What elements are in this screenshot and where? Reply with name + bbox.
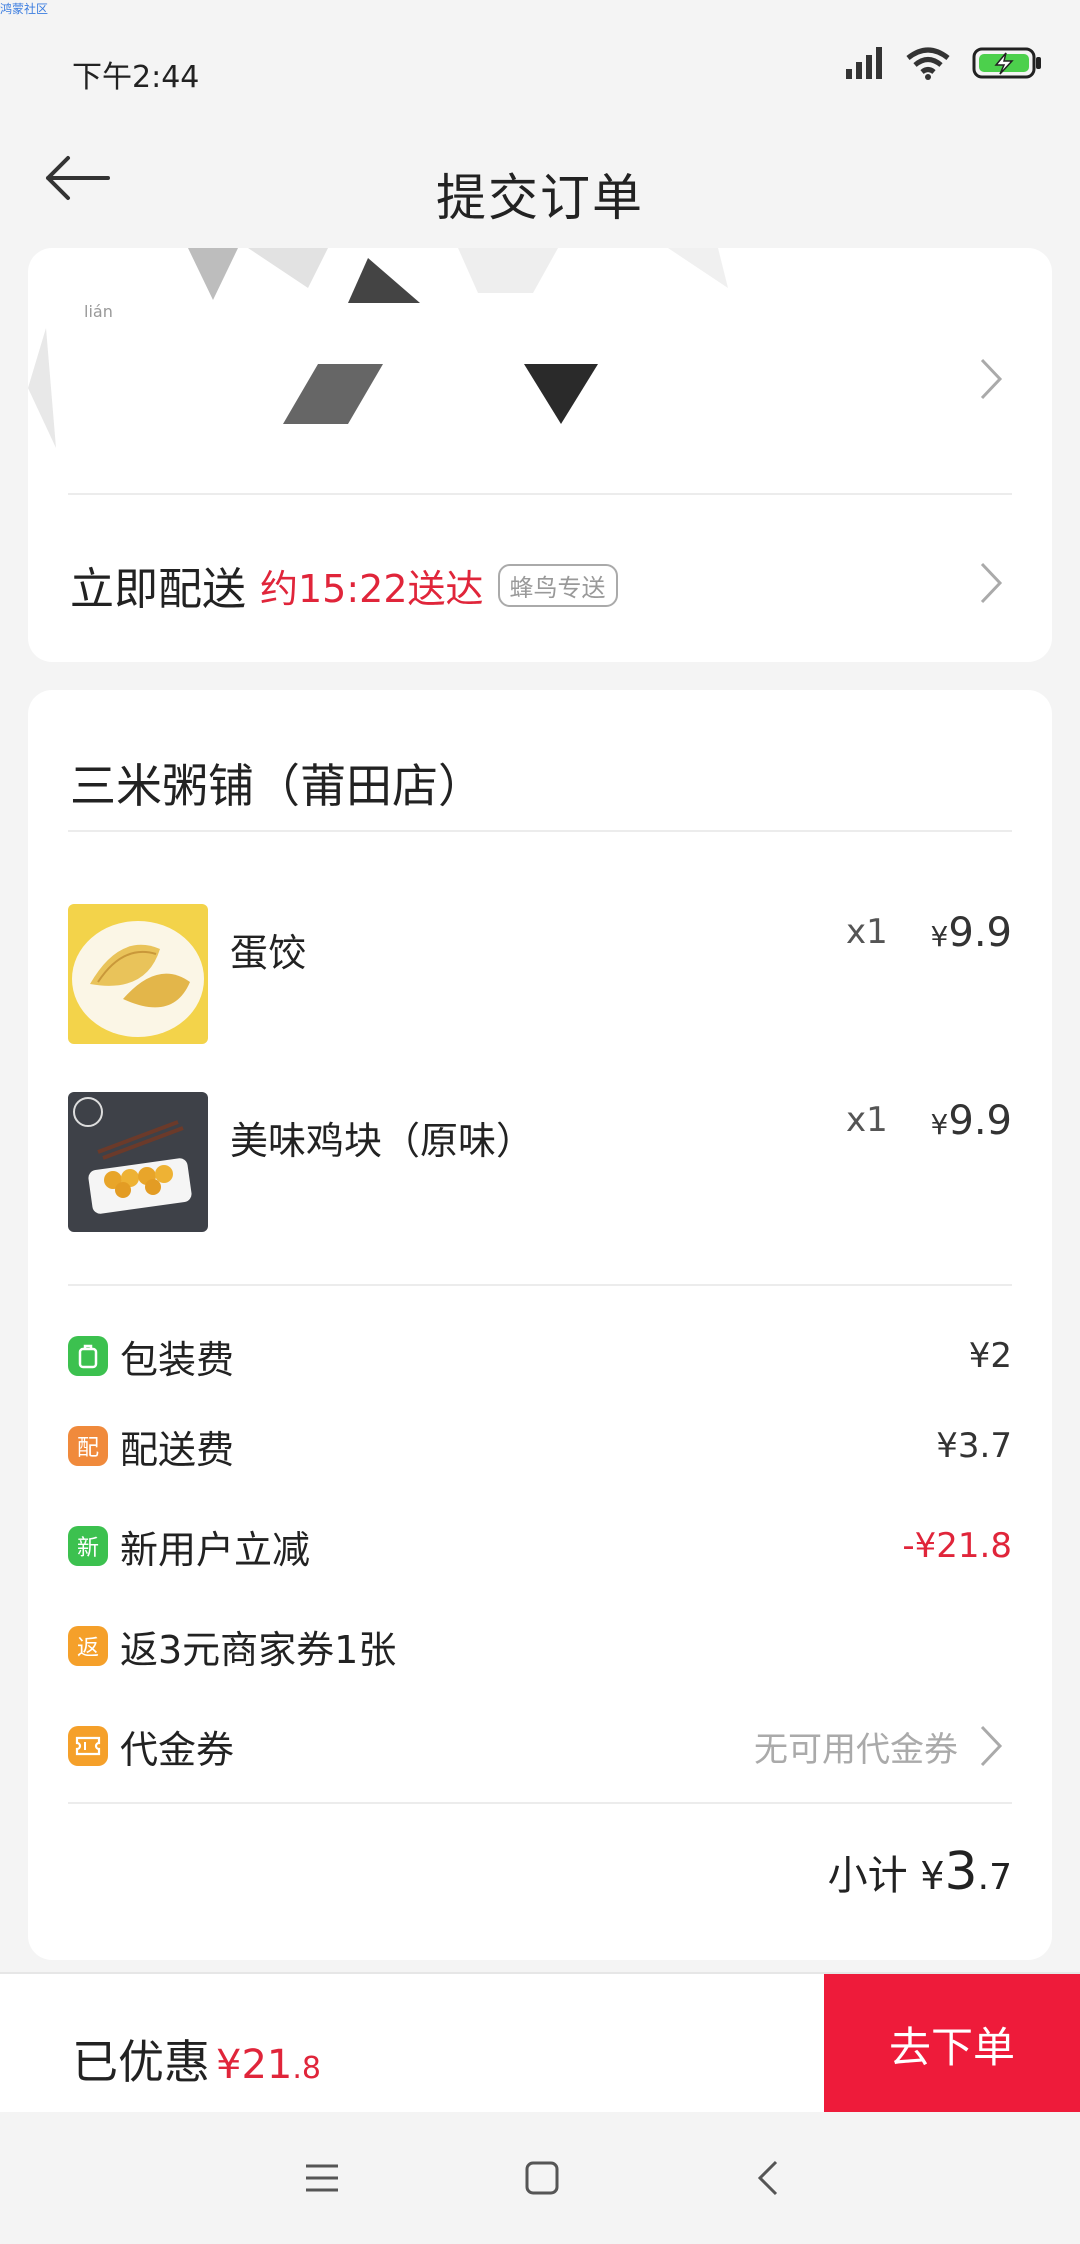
divider	[68, 493, 1012, 495]
new-user-icon: 新	[68, 1526, 108, 1566]
home-icon[interactable]	[520, 2156, 564, 2200]
wifi-icon	[906, 47, 950, 80]
redacted-address-graphic	[28, 248, 728, 448]
saved-int: 21	[241, 2042, 293, 2088]
price-value: 9.9	[948, 910, 1012, 956]
discount-value: -¥21.8	[902, 1526, 1012, 1566]
subtotal-dec: .7	[977, 1857, 1012, 1898]
status-time: 下午2:44	[72, 60, 200, 95]
delivery-eta: 约15:22送达	[260, 566, 484, 611]
page-title: 提交订单	[436, 169, 644, 227]
delivery-service-badge: 蜂鸟专送	[497, 563, 618, 607]
fee-value: ¥3.7	[936, 1426, 1012, 1466]
divider	[68, 1284, 1012, 1286]
saved-dec: .8	[292, 2051, 321, 2086]
address-chevron-right-icon	[980, 358, 1003, 400]
fee-row-cashback-coupon: 返 返3元商家券1张	[68, 1616, 1012, 1676]
address-card: lián 立即配送 约15:22送达 蜂鸟专送	[28, 248, 1052, 662]
item-name: 蛋饺	[230, 931, 307, 975]
order-card: 三米粥铺（莆田店） 蛋饺 x1 ¥9.9 美味鸡块（原味） x1 ¥9.9 包装…	[28, 690, 1052, 1960]
voucher-chevron-right-icon	[980, 1725, 1003, 1767]
currency-symbol: ¥	[930, 1108, 949, 1141]
delivery-chevron-right-icon[interactable]	[976, 558, 1006, 608]
status-bar: 下午2:44	[0, 0, 1080, 110]
header: 提交订单	[0, 110, 1080, 240]
checkout-bar: 已优惠 ¥21.8 去下单	[0, 1972, 1080, 2114]
delivery-option[interactable]: 立即配送 约15:22送达 蜂鸟专送	[70, 553, 618, 617]
fee-row-packaging: 包装费 ¥2	[68, 1326, 1012, 1386]
fee-row-new-user-discount: 新 新用户立减 -¥21.8	[68, 1516, 1012, 1576]
currency-symbol: ¥	[930, 920, 949, 953]
fee-label: 代金券	[120, 1727, 235, 1772]
delivery-fee-icon: 配	[68, 1426, 108, 1466]
item-price: ¥9.9	[931, 910, 1012, 956]
voucher-status: 无可用代金券	[754, 1729, 958, 1770]
currency-symbol: ¥	[920, 1854, 945, 1898]
price-value: 9.9	[948, 1098, 1012, 1144]
fee-label: 包装费	[120, 1337, 235, 1382]
order-item: 蛋饺 x1 ¥9.9	[68, 904, 1012, 1044]
saved-amount: 已优惠 ¥21.8	[72, 2026, 321, 2092]
delivery-label: 立即配送	[70, 564, 246, 615]
divider	[68, 1802, 1012, 1804]
saved-label: 已优惠	[72, 2035, 210, 2089]
currency-symbol: ¥	[216, 2042, 242, 2088]
subtotal-int: 3	[944, 1842, 978, 1902]
fee-row-delivery: 配 配送费 ¥3.7	[68, 1416, 1012, 1476]
address-text: lián	[84, 302, 113, 321]
status-icons	[846, 46, 1042, 80]
item-image-dumpling	[68, 904, 208, 1044]
item-image-chicken-nuggets	[68, 1092, 208, 1232]
subtotal-label: 小计	[827, 1853, 908, 1899]
fee-value: ¥2	[968, 1336, 1012, 1376]
divider	[68, 830, 1012, 832]
battery-charging-icon	[972, 47, 1041, 79]
order-item: 美味鸡块（原味） x1 ¥9.9	[68, 1092, 1012, 1232]
signal-icon	[846, 47, 882, 79]
item-name: 美味鸡块（原味）	[230, 1119, 535, 1163]
address-selector[interactable]: lián	[28, 248, 1052, 493]
item-quantity: x1	[846, 912, 888, 952]
fee-row-voucher[interactable]: 代金券 无可用代金券	[68, 1716, 1012, 1776]
ticket-icon	[68, 1726, 108, 1766]
subtotal: 小计 ¥3.7	[828, 1842, 1012, 1902]
bag-icon	[68, 1336, 108, 1376]
place-order-button[interactable]: 去下单	[824, 1974, 1080, 2114]
cashback-icon: 返	[68, 1626, 108, 1666]
shop-name: 三米粥铺（莆田店）	[70, 759, 484, 813]
menu-icon[interactable]	[300, 2156, 344, 2200]
item-quantity: x1	[846, 1100, 888, 1140]
subtotal-value: ¥3.7	[920, 1842, 1012, 1902]
fee-label: 配送费	[120, 1427, 235, 1472]
fee-label: 返3元商家券1张	[120, 1627, 397, 1672]
fee-label: 新用户立减	[120, 1527, 311, 1572]
back-nav-icon[interactable]	[748, 2156, 792, 2200]
item-price: ¥9.9	[931, 1098, 1012, 1144]
saved-value: ¥21.8	[216, 2042, 321, 2088]
system-nav-bar	[0, 2112, 1080, 2244]
